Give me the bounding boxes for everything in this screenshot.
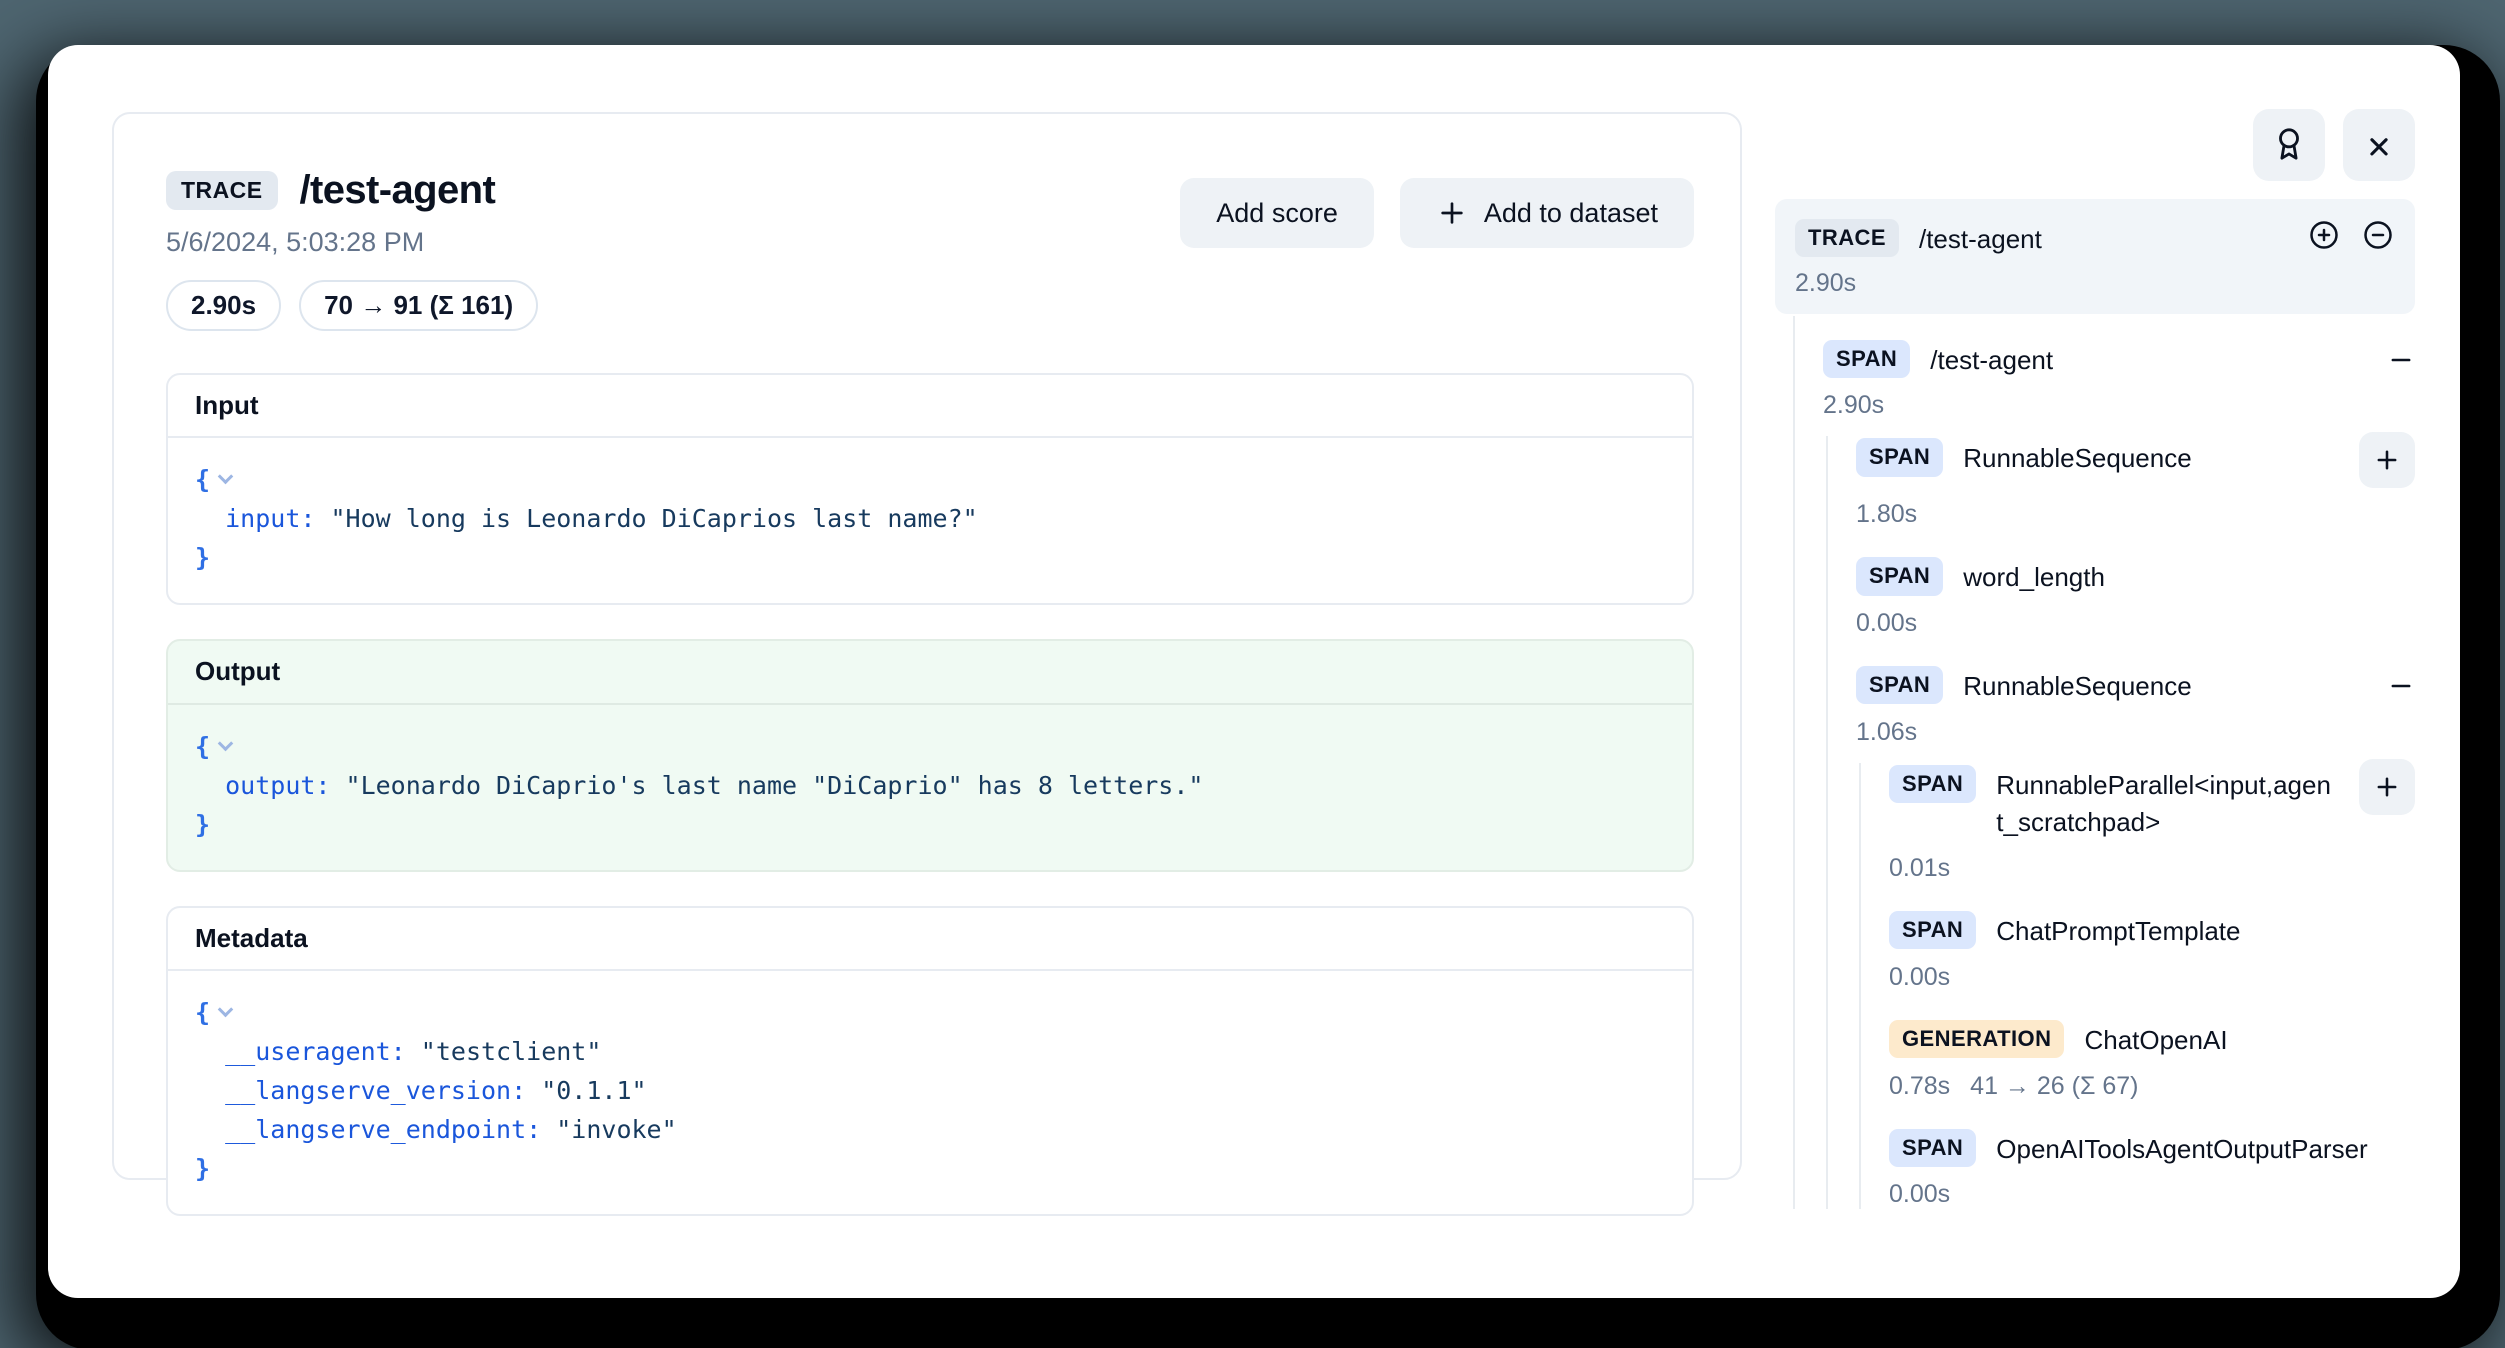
- trace-tree: TRACE/test-agent 2.90s SPAN/test-agent 2.90…: [1775, 199, 2415, 1209]
- span-node-row[interactable]: SPAN/test-agent 2.90s: [1823, 338, 2415, 421]
- code-line: }: [195, 538, 1665, 577]
- code-line: __langserve_version: "0.1.1": [195, 1071, 1665, 1110]
- code-line: }: [195, 805, 1665, 844]
- duration-label: 0.00s: [1889, 1180, 1950, 1209]
- observation-name: /test-agent: [1930, 338, 2361, 380]
- observation-type-badge: SPAN: [1856, 666, 1943, 704]
- duration-label: 0.00s: [1856, 609, 1917, 638]
- add-score-button[interactable]: Add score: [1180, 178, 1374, 248]
- observation-type-badge: TRACE: [1795, 219, 1899, 257]
- collapse-json-icon[interactable]: [218, 1001, 234, 1017]
- input-section-title: Input: [168, 375, 1692, 438]
- latency-badge: 2.90s: [166, 280, 281, 331]
- duration-label: 0.00s: [1889, 963, 1950, 992]
- observation-type-badge: SPAN: [1823, 340, 1910, 378]
- trace-header-left: TRACE /test-agent 5/6/2024, 5:03:28 PM 2…: [166, 168, 538, 331]
- collapse-node-icon[interactable]: [2387, 338, 2415, 379]
- app-window: TRACE /test-agent 5/6/2024, 5:03:28 PM 2…: [48, 45, 2460, 1298]
- token-usage-badge: 70 → 91 (Σ 161): [299, 280, 538, 331]
- span-node-row[interactable]: SPAN RunnableSequence 1.80s: [1856, 436, 2415, 529]
- collapse-json-icon[interactable]: [218, 469, 234, 485]
- output-section: Output { output: "Leonardo DiCaprio's la…: [166, 639, 1694, 871]
- duration-label: 0.01s: [1889, 854, 1950, 883]
- tree-children: SPAN/test-agent 2.90s SPAN RunnableSequence…: [1793, 316, 2415, 1210]
- tree-node: SPAN word_length 0.00s: [1856, 555, 2415, 638]
- trace-header: TRACE /test-agent 5/6/2024, 5:03:28 PM 2…: [166, 168, 1694, 331]
- output-json-viewer: { output: "Leonardo DiCaprio's last name…: [168, 705, 1692, 870]
- collapse-json-icon[interactable]: [218, 735, 234, 751]
- trace-node-row[interactable]: TRACE/test-agent 2.90s: [1775, 199, 2415, 314]
- add-to-dataset-button[interactable]: Add to dataset: [1400, 178, 1694, 248]
- tree-node: SPAN OpenAIToolsAgentOutputParser 0.00s: [1889, 1127, 2415, 1210]
- metadata-section: Metadata { __useragent: "testclient" __l…: [166, 906, 1694, 1216]
- trace-tree-panel: TRACE/test-agent 2.90s SPAN/test-agent 2.90…: [1775, 109, 2415, 1209]
- observation-type-badge: SPAN: [1889, 1129, 1976, 1167]
- tree-children: SPAN RunnableSequence 1.80s SPAN word_length…: [1826, 436, 2415, 1209]
- metadata-json-viewer: { __useragent: "testclient" __langserve_…: [168, 971, 1692, 1214]
- tree-node: SPAN RunnableSequence 1.80s: [1856, 436, 2415, 529]
- observation-name: ChatOpenAI: [2084, 1018, 2415, 1060]
- observation-name: RunnableSequence: [1963, 664, 2361, 706]
- code-line: input: "How long is Leonardo DiCaprios l…: [195, 499, 1665, 538]
- code-line: output: "Leonardo DiCaprio's last name "…: [195, 766, 1665, 805]
- span-node-row[interactable]: SPAN ChatPromptTemplate 0.00s: [1889, 909, 2415, 992]
- token-count-label: 41 → 26 (Σ 67): [1970, 1072, 2138, 1101]
- tree-node: SPAN/test-agent 2.90s SPAN RunnableSequence…: [1823, 338, 2415, 1210]
- tree-node: SPAN ChatPromptTemplate 0.00s: [1889, 909, 2415, 992]
- observation-name: word_length: [1963, 555, 2415, 597]
- input-json-viewer: { input: "How long is Leonardo DiCaprios…: [168, 438, 1692, 603]
- code-line: }: [195, 1149, 1665, 1188]
- observation-name: OpenAIToolsAgentOutputParser: [1996, 1127, 2415, 1169]
- tree-node: GENERATION ChatOpenAI 0.78s 41 → 26 (Σ 67): [1889, 1018, 2415, 1101]
- collapse-all-button[interactable]: [2343, 109, 2415, 181]
- award-icon: [2272, 127, 2306, 164]
- observation-type-badge: SPAN: [1889, 911, 1976, 949]
- observation-name: ChatPromptTemplate: [1996, 909, 2415, 951]
- input-section: Input { input: "How long is Leonardo DiC…: [166, 373, 1694, 605]
- trace-title: /test-agent: [300, 168, 496, 213]
- code-line: {: [195, 727, 1665, 766]
- add-to-dataset-label: Add to dataset: [1484, 200, 1658, 227]
- annotate-button[interactable]: [2253, 109, 2325, 181]
- code-line: {: [195, 993, 1665, 1032]
- trace-timestamp: 5/6/2024, 5:03:28 PM: [166, 227, 538, 258]
- code-line: __langserve_endpoint: "invoke": [195, 1110, 1665, 1149]
- span-node-row[interactable]: SPAN OpenAIToolsAgentOutputParser 0.00s: [1889, 1127, 2415, 1210]
- observation-type-badge: SPAN: [1889, 765, 1976, 803]
- span-node-row[interactable]: SPAN RunnableParallel<input,agent_scratch…: [1889, 763, 2415, 883]
- trace-type-badge: TRACE: [166, 171, 278, 210]
- observation-name: /test-agent: [1919, 217, 2289, 259]
- tree-children: SPAN RunnableParallel<input,agent_scratch…: [1859, 763, 2415, 1209]
- observation-name: RunnableSequence: [1963, 436, 2333, 478]
- fold-vertical-icon: [2362, 127, 2396, 164]
- duration-label: 1.80s: [1856, 500, 1917, 529]
- add-score-label: Add score: [1216, 200, 1338, 227]
- code-line: {: [195, 460, 1665, 499]
- tree-node: SPAN RunnableSequence 1.06s SPAN RunnablePar…: [1856, 664, 2415, 1209]
- output-section-title: Output: [168, 641, 1692, 704]
- tree-node: TRACE/test-agent 2.90s SPAN/test-agent 2.90…: [1775, 199, 2415, 1209]
- duration-label: 2.90s: [1795, 269, 1856, 298]
- collapse-all-icon[interactable]: [2363, 220, 2393, 250]
- observation-name: RunnableParallel<input,agent_scratchpad>: [1996, 763, 2333, 842]
- expand-node-button[interactable]: [2359, 432, 2415, 488]
- span-node-row[interactable]: SPAN RunnableSequence 1.06s: [1856, 664, 2415, 747]
- tree-node: SPAN RunnableParallel<input,agent_scratch…: [1889, 763, 2415, 883]
- span-node-row[interactable]: SPAN word_length 0.00s: [1856, 555, 2415, 638]
- collapse-node-icon[interactable]: [2387, 664, 2415, 705]
- expand-all-icon[interactable]: [2309, 220, 2339, 250]
- expand-node-button[interactable]: [2359, 759, 2415, 815]
- observation-type-badge: SPAN: [1856, 438, 1943, 476]
- tree-toolbar: [1775, 109, 2415, 181]
- observation-type-badge: SPAN: [1856, 557, 1943, 595]
- code-line: __useragent: "testclient": [195, 1032, 1665, 1071]
- trace-detail-panel: TRACE /test-agent 5/6/2024, 5:03:28 PM 2…: [112, 112, 1742, 1180]
- duration-label: 2.90s: [1823, 391, 1884, 420]
- plus-icon: [1436, 197, 1468, 229]
- generation-node-row[interactable]: GENERATION ChatOpenAI 0.78s 41 → 26 (Σ 67): [1889, 1018, 2415, 1101]
- duration-label: 1.06s: [1856, 718, 1917, 747]
- metadata-section-title: Metadata: [168, 908, 1692, 971]
- duration-label: 0.78s: [1889, 1072, 1950, 1101]
- observation-type-badge: GENERATION: [1889, 1020, 2064, 1058]
